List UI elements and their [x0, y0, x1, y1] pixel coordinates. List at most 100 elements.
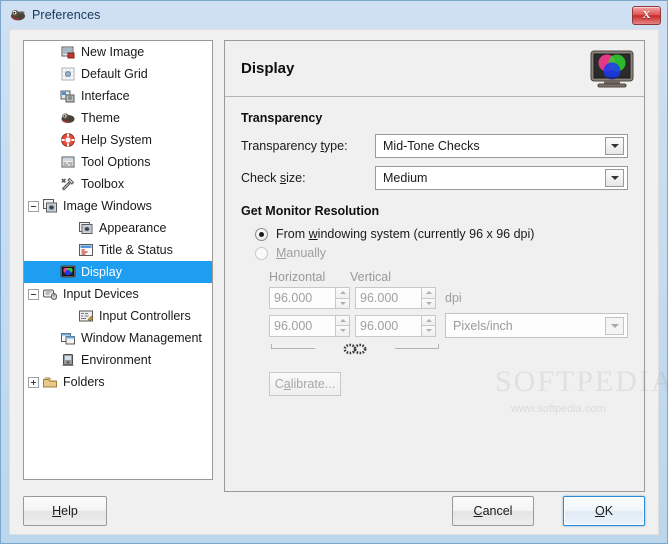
stepper-up-icon[interactable] [421, 314, 436, 325]
stepper-down-icon[interactable] [335, 325, 350, 337]
radio-indicator-selected[interactable] [255, 227, 268, 241]
resolution-unit-dropdown[interactable]: Pixels/inch [445, 313, 628, 338]
close-icon[interactable]: X [632, 5, 661, 25]
chain-broken-icon[interactable] [269, 342, 441, 356]
sidebar-item-label: Default Grid [81, 67, 148, 81]
transparency-type-dropdown[interactable]: Mid-Tone Checks [375, 134, 628, 158]
sidebar-item-toolbox[interactable]: Toolbox [24, 173, 212, 195]
dpi-row: 96.000 96.000 dpi [269, 287, 628, 309]
sidebar-item-display[interactable]: Display [24, 261, 212, 283]
ok-button[interactable]: OK [563, 496, 645, 526]
expander-minus-icon[interactable] [28, 200, 39, 212]
sidebar-item-label: Title & Status [99, 243, 173, 257]
horizontal-dpi-input[interactable]: 96.000 [269, 287, 335, 309]
preferences-window: Preferences X New Image Default Grid Inter… [0, 0, 668, 544]
sidebar-item-tool-options[interactable]: Tool Options [24, 151, 212, 173]
sidebar-item-label: Window Management [81, 331, 202, 345]
expander-plus-icon[interactable] [28, 376, 39, 388]
sidebar-item-appearance[interactable]: Appearance [24, 217, 212, 239]
stepper-up-icon[interactable] [421, 287, 436, 298]
tool-options-icon [60, 154, 76, 170]
image-windows-icon [42, 198, 58, 214]
radio-indicator-unselected[interactable] [255, 246, 268, 260]
stepper-buttons[interactable] [335, 287, 350, 309]
chevron-down-icon[interactable] [605, 169, 624, 187]
input-devices-icon [42, 286, 58, 302]
resolution-column-headers: Horizontal Vertical [269, 270, 628, 284]
sidebar-item-label: Tool Options [81, 155, 151, 169]
sidebar-item-theme[interactable]: Theme [24, 107, 212, 129]
vertical-pixels-stepper[interactable]: 96.000 [355, 314, 436, 337]
sidebar-item-input-controllers[interactable]: Input Controllers [24, 305, 212, 327]
stepper-down-icon[interactable] [421, 297, 436, 309]
resolution-unit-value: Pixels/inch [453, 318, 513, 333]
stepper-buttons[interactable] [335, 314, 350, 337]
horizontal-pixels-input[interactable]: 96.000 [269, 314, 335, 337]
stepper-up-icon[interactable] [335, 314, 350, 325]
panel-header: Display [225, 41, 644, 97]
appearance-icon [78, 220, 94, 236]
interface-icon [60, 88, 76, 104]
sidebar-item-label: Toolbox [81, 177, 125, 191]
cancel-button[interactable]: Cancel [452, 496, 534, 526]
sidebar-item-label: Input Controllers [99, 309, 191, 323]
sidebar-item-help-system[interactable]: Help System [24, 129, 212, 151]
stepper-down-icon[interactable] [335, 297, 350, 309]
default-grid-icon [60, 66, 76, 82]
chevron-down-icon[interactable] [605, 137, 624, 155]
help-system-icon [60, 132, 76, 148]
stepper-up-icon[interactable] [335, 287, 350, 298]
vertical-dpi-stepper[interactable]: 96.000 [355, 287, 436, 309]
check-size-label: Check size: [241, 171, 306, 185]
sidebar-item-default-grid[interactable]: Default Grid [24, 63, 212, 85]
expander-minus-icon[interactable] [28, 288, 39, 300]
input-controllers-icon [78, 308, 94, 324]
horizontal-pixels-stepper[interactable]: 96.000 [269, 314, 350, 337]
vertical-header: Vertical [350, 270, 391, 284]
window-title: Preferences [32, 8, 101, 22]
dpi-unit-label: dpi [445, 291, 462, 305]
sidebar-item-interface[interactable]: Interface [24, 85, 212, 107]
display-monitor-rgb-icon [590, 50, 634, 88]
sidebar-item-input-devices[interactable]: Input Devices [24, 283, 212, 305]
sidebar-item-title-status[interactable]: Title & Status [24, 239, 212, 261]
chevron-down-icon[interactable] [605, 316, 624, 335]
sidebar-item-window-management[interactable]: Window Management [24, 327, 212, 349]
folders-icon [42, 374, 58, 390]
radio-manually[interactable]: Manually [255, 246, 628, 260]
watermark-sub: www.softpedia.com [511, 403, 606, 415]
sidebar-item-label: Theme [81, 111, 120, 125]
sidebar-item-label: New Image [81, 45, 145, 59]
pixels-row: 96.000 96.000 Pixels/inch [269, 313, 628, 338]
sidebar-item-label: Image Windows [63, 199, 152, 213]
stepper-down-icon[interactable] [421, 325, 436, 337]
help-button[interactable]: Help [23, 496, 107, 526]
display-settings-panel: Display Transparency Transparency type: … [224, 40, 668, 492]
display-icon [60, 264, 76, 280]
sidebar-item-folders[interactable]: Folders [24, 371, 212, 393]
radio-from-windowing-system[interactable]: From windowing system (currently 96 x 96… [255, 227, 628, 241]
preferences-category-tree[interactable]: New Image Default Grid Interface Theme Help … [23, 40, 213, 480]
dialog-client-area: New Image Default Grid Interface Theme Help … [9, 29, 668, 535]
stepper-buttons[interactable] [421, 314, 436, 337]
sidebar-item-label: Environment [81, 353, 152, 367]
new-image-icon [60, 44, 76, 60]
vertical-dpi-input[interactable]: 96.000 [355, 287, 421, 309]
vertical-pixels-input[interactable]: 96.000 [355, 314, 421, 337]
sidebar-item-new-image[interactable]: New Image [24, 41, 212, 63]
sidebar-item-image-windows[interactable]: Image Windows [24, 195, 212, 217]
stepper-buttons[interactable] [421, 287, 436, 309]
theme-icon [60, 110, 76, 126]
sidebar-item-environment[interactable]: Environment [24, 349, 212, 371]
gimp-wilber-icon [10, 7, 26, 23]
check-size-dropdown[interactable]: Medium [375, 166, 628, 190]
horizontal-dpi-stepper[interactable]: 96.000 [269, 287, 350, 309]
